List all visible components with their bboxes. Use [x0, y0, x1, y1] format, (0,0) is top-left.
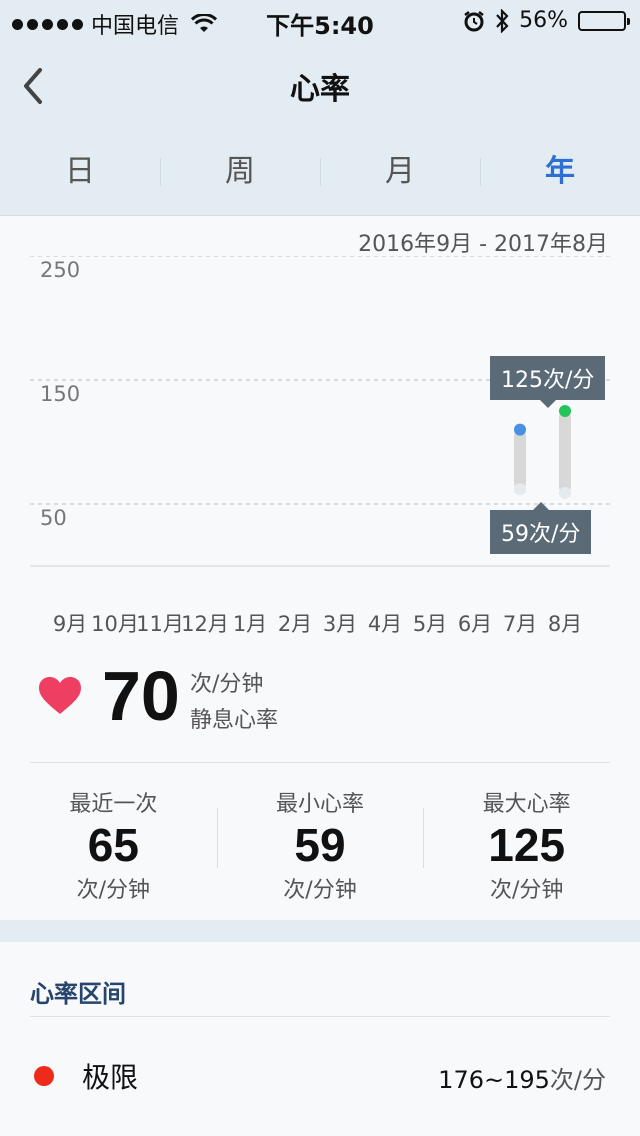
resting-unit: 次/分钟: [190, 672, 264, 697]
stat-value: 125: [488, 819, 566, 871]
x-tick-label: 2月: [277, 612, 313, 636]
x-tick-label: 1月: [232, 612, 268, 636]
stat-label: 最小心率: [276, 792, 365, 817]
divider: [30, 762, 610, 763]
zone-name: 极限: [82, 1061, 139, 1094]
status-right: 56%: [463, 8, 630, 33]
stat-latest: 最近一次 65 次/分钟: [10, 782, 217, 912]
tab-week[interactable]: 周: [160, 130, 320, 215]
zones-heading: 心率区间: [30, 980, 126, 1008]
x-axis-labels: 9月 10月 11月 12月 1月 2月 3月 4月 5月 6月 7月 8月: [50, 608, 610, 638]
date-range: 2016年9月 - 2017年8月: [358, 232, 608, 257]
tab-month[interactable]: 月: [320, 130, 480, 215]
stat-unit: 次/分钟: [489, 878, 564, 903]
high-point: [559, 405, 571, 417]
x-tick-label: 9月: [52, 612, 88, 636]
stat-max: 最大心率 125 次/分钟: [423, 782, 630, 912]
period-tabs: 日 周 月 年: [0, 130, 640, 216]
zone-range: 176~195次/分: [438, 1060, 606, 1095]
stat-label: 最近一次: [69, 792, 158, 817]
x-tick-label: 5月: [412, 612, 448, 636]
tab-year[interactable]: 年: [480, 130, 640, 215]
zone-row[interactable]: 极限 176~195次/分: [30, 1018, 610, 1128]
x-tick-label: 6月: [457, 612, 493, 636]
x-tick-label: 12月: [181, 612, 229, 636]
resting-label: 静息心率: [190, 708, 279, 733]
stat-unit: 次/分钟: [76, 878, 151, 903]
zone-color-dot: [34, 1066, 54, 1086]
heart-rate-card: 2016年9月 - 2017年8月 250 150 50 125次/分 59次/…: [0, 216, 640, 920]
tooltip-high: 125次/分: [490, 356, 606, 408]
status-bar: 中国电信 下午5:40 56%: [0, 0, 640, 42]
y-tick-150: 150: [40, 382, 81, 406]
resting-heart-rate: 70 次/分钟 静息心率: [38, 657, 598, 738]
y-tick-50: 50: [40, 506, 67, 530]
battery-percent: 56%: [519, 8, 568, 33]
y-tick-250: 250: [40, 258, 81, 282]
heart-icon: [39, 677, 81, 714]
heart-rate-zones: 心率区间 极限 176~195次/分: [0, 942, 640, 1136]
x-tick-label: 8月: [547, 612, 583, 636]
low-point: [559, 486, 571, 499]
x-tick-label: 10月: [91, 612, 139, 636]
section-gap: [0, 920, 640, 942]
heart-rate-chart: 250 150 50 125次/分 59次/分 9月 10月 11月 12月 1月 2月 3…: [30, 256, 610, 636]
range-bar[interactable]: [514, 429, 526, 490]
stats-row: 最近一次 65 次/分钟 最小心率 59 次/分钟 最大心率 125 次/分钟: [10, 782, 630, 912]
low-point: [514, 483, 526, 496]
stat-value: 59: [294, 819, 346, 871]
x-tick-label: 3月: [322, 612, 358, 636]
x-tick-label: 11月: [136, 612, 184, 636]
tooltip-low: 59次/分: [490, 502, 592, 554]
zone-range-value: 176~195: [438, 1066, 550, 1094]
stat-value: 65: [87, 819, 139, 871]
x-tick-label: 4月: [367, 612, 403, 636]
stat-min: 最小心率 59 次/分钟: [216, 782, 424, 912]
page-title: 心率: [290, 72, 350, 107]
tab-day[interactable]: 日: [0, 130, 160, 215]
chart-canvas: [30, 256, 610, 567]
divider: [30, 1016, 610, 1017]
nav-bar: 心率: [0, 42, 640, 130]
zone-range-unit: 次/分: [549, 1066, 606, 1094]
stat-label: 最大心率: [482, 792, 571, 817]
alarm-icon: [464, 10, 484, 31]
high-point: [514, 423, 526, 436]
range-bar[interactable]: [559, 411, 571, 493]
battery-icon: [578, 10, 630, 31]
resting-value: 70: [102, 657, 180, 735]
x-tick-label: 7月: [502, 612, 538, 636]
stat-unit: 次/分钟: [283, 878, 357, 903]
bluetooth-icon: [496, 8, 509, 33]
